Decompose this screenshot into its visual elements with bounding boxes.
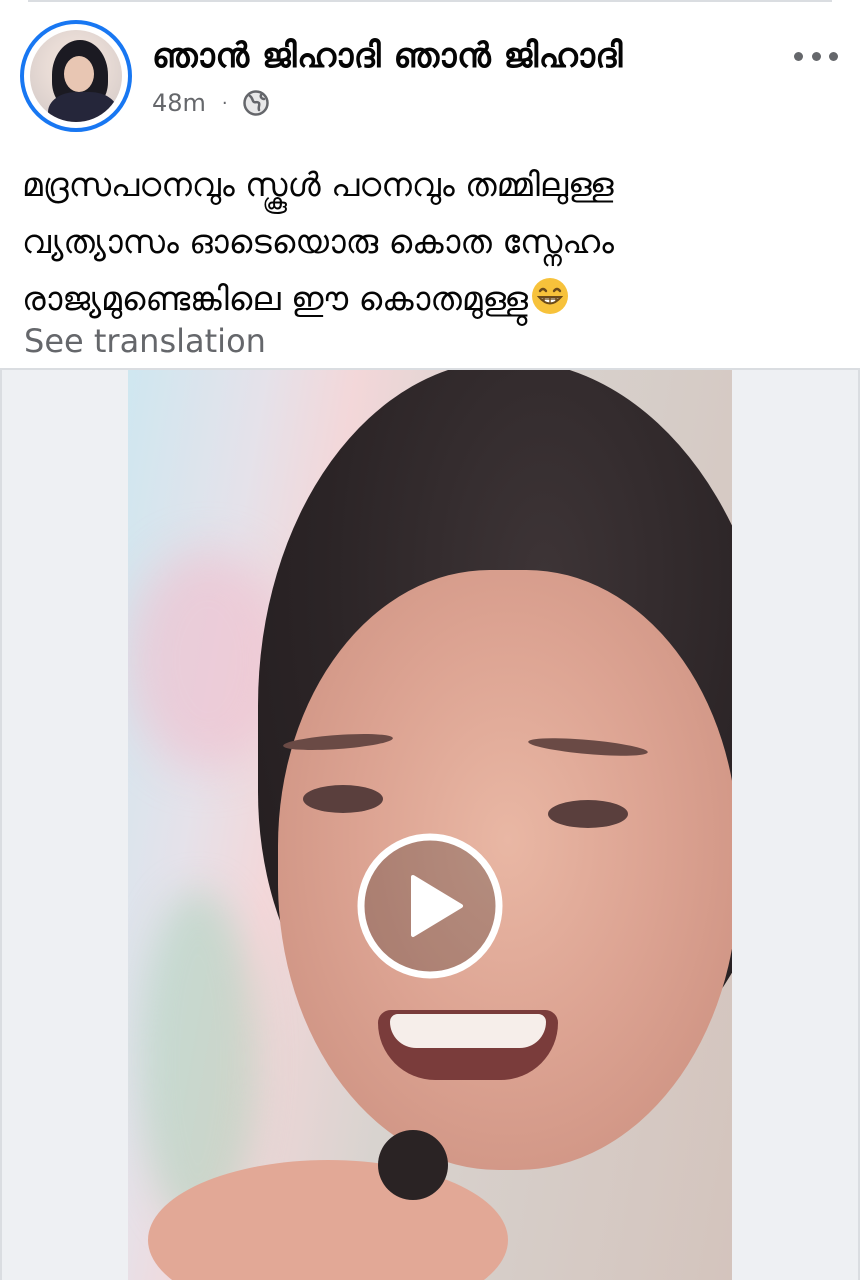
video-thumbnail[interactable]: [128, 370, 732, 1280]
see-translation-link[interactable]: See translation: [24, 322, 266, 360]
post-card: ഞാൻ ജിഹാദി ഞാൻ ജിഹാദി 48m · മദ്രസപഠനവും …: [0, 0, 860, 1280]
post-text: മദ്രസപഠനവും സ്കൂൾ പഠനവും തമ്മിലുള്ള വ്യത…: [22, 156, 838, 327]
globe-icon[interactable]: [242, 89, 270, 117]
more-options-button[interactable]: [794, 44, 838, 68]
avatar-image: [30, 30, 122, 122]
post-timestamp[interactable]: 48m: [152, 89, 206, 117]
avatar[interactable]: [20, 20, 132, 132]
author-name[interactable]: ഞാൻ ജിഹാദി ഞാൻ ജിഹാദി: [152, 36, 623, 76]
post-text-line: രാജ്യമുണ്ടെങ്കിലെ ഈ കൊതമുള്ളു: [22, 279, 529, 318]
post-text-line: വ്യത്യാസം ഓടെയൊരു കൊത സ്നേഹം: [22, 222, 614, 261]
post-meta: 48m ·: [152, 88, 270, 118]
more-horizontal-icon: [794, 51, 803, 61]
divider: [28, 0, 832, 2]
play-button[interactable]: [357, 833, 503, 979]
post-text-line: മദ്രസപഠനവും സ്കൂൾ പഠനവും തമ്മിലുള്ള: [22, 165, 614, 204]
post-text-line-last: രാജ്യമുണ്ടെങ്കിലെ ഈ കൊതമുള്ളു: [22, 270, 838, 327]
grinning-face-emoji-icon: [532, 278, 569, 314]
meta-separator: ·: [221, 92, 228, 114]
